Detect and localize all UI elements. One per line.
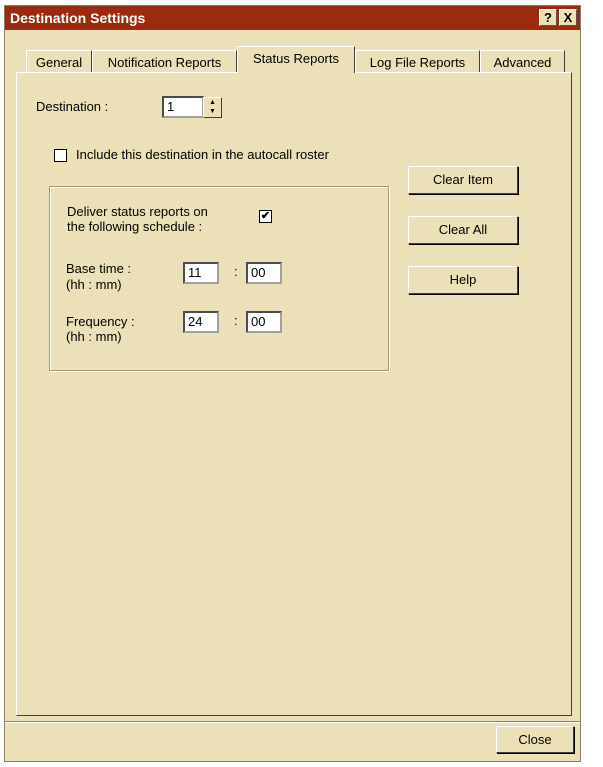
frequency-minutes-input[interactable]: 00 xyxy=(246,311,282,333)
tab-general[interactable]: General xyxy=(26,50,92,73)
dialog-window: Destination Settings ? X General Notific… xyxy=(4,5,581,762)
footer-divider xyxy=(5,721,580,723)
help-button[interactable]: Help xyxy=(408,266,518,294)
tab-status-reports[interactable]: Status Reports xyxy=(237,46,355,73)
tab-advanced[interactable]: Advanced xyxy=(480,50,565,73)
checkmark-icon: ✔ xyxy=(260,210,271,222)
autocall-label: Include this destination in the autocall… xyxy=(76,147,329,162)
base-time-minutes-input[interactable]: 00 xyxy=(246,262,282,284)
window-title: Destination Settings xyxy=(10,10,146,26)
context-help-button[interactable]: ? xyxy=(539,9,557,26)
spin-up-icon[interactable]: ▲ xyxy=(204,98,221,107)
frequency-separator: : xyxy=(234,313,238,328)
tab-notification-reports[interactable]: Notification Reports xyxy=(92,50,237,73)
frequency-hours-input[interactable]: 24 xyxy=(183,311,219,333)
deliver-status-checkbox[interactable]: ✔ xyxy=(259,210,272,223)
frequency-format-label: (hh : mm) xyxy=(66,329,122,344)
base-time-label: Base time : xyxy=(66,261,132,276)
destination-label: Destination : xyxy=(36,99,109,114)
deliver-label-line1: Deliver status reports on xyxy=(67,204,208,219)
base-time-separator: : xyxy=(234,264,238,279)
clear-item-button[interactable]: Clear Item xyxy=(408,166,518,194)
spin-down-icon[interactable]: ▼ xyxy=(204,107,221,116)
destination-spin-buttons[interactable]: ▲ ▼ xyxy=(203,97,222,118)
title-bar: Destination Settings ? X xyxy=(5,6,580,30)
close-button[interactable]: Close xyxy=(496,726,574,753)
close-window-button[interactable]: X xyxy=(559,9,577,26)
frequency-label: Frequency : xyxy=(66,314,135,329)
deliver-label-line2: the following schedule : xyxy=(67,219,203,234)
tab-log-file-reports[interactable]: Log File Reports xyxy=(355,50,480,73)
autocall-checkbox[interactable] xyxy=(54,149,67,162)
destination-spinner-input[interactable]: 1 xyxy=(162,96,204,118)
clear-all-button[interactable]: Clear All xyxy=(408,216,518,244)
base-time-hours-input[interactable]: 11 xyxy=(183,262,219,284)
base-time-format-label: (hh : mm) xyxy=(66,277,122,292)
